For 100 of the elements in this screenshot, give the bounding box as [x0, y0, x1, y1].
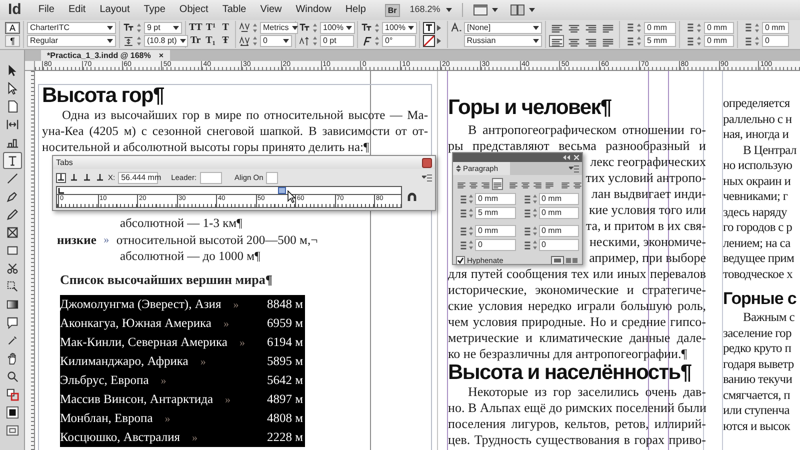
character-style-dropdown[interactable]: [None] [464, 22, 542, 34]
menu-item[interactable]: Table [215, 3, 254, 17]
input-field[interactable]: 100% [320, 22, 356, 34]
menu-item[interactable]: Layout [92, 3, 137, 17]
caret-icon [492, 8, 498, 12]
menu-item[interactable]: Object [172, 3, 216, 17]
spin-button[interactable] [136, 35, 142, 48]
menu-item[interactable]: Help [338, 3, 373, 17]
spin-button[interactable] [136, 22, 142, 34]
text-style-button[interactable]: T [219, 22, 232, 34]
font-family-dropdown[interactable]: CharterITC [27, 22, 116, 34]
spin-button[interactable] [252, 35, 258, 48]
close-tab-button[interactable]: × [158, 50, 164, 61]
spin-button[interactable] [636, 35, 642, 48]
tab-align-button[interactable] [95, 173, 105, 183]
input-field[interactable]: Metrics [260, 22, 298, 34]
close-icon[interactable] [574, 155, 579, 160]
input-field[interactable]: 0 mm [538, 207, 579, 219]
input-field[interactable]: 0 mm [704, 22, 734, 34]
input-field[interactable]: 5 mm [475, 207, 516, 219]
input-field[interactable]: 0 mm [538, 225, 579, 237]
zoom-level-dropdown[interactable]: 168.2% [410, 3, 440, 17]
alignment-button[interactable] [549, 35, 564, 48]
tab-align-button[interactable] [69, 173, 79, 183]
stroke-swatch[interactable] [423, 35, 435, 48]
input-field[interactable]: 0 mm [762, 22, 789, 34]
spin-button[interactable] [374, 35, 380, 48]
document-tab[interactable]: *Practica_1_3.indd @ 168% × [41, 50, 170, 61]
leader-field[interactable] [200, 172, 222, 184]
input-field[interactable]: 0 pt [320, 35, 354, 48]
text-line: В антропогеографическом отношении го- [467, 122, 706, 138]
text-line: смягчается, п [723, 388, 792, 403]
spin-button[interactable] [754, 35, 760, 48]
text-line: определяется [723, 96, 791, 112]
collapse-icon[interactable] [563, 155, 570, 160]
tab-stop-marker[interactable] [58, 188, 65, 194]
panel-menu-icon[interactable] [569, 164, 579, 172]
text-line: тих условий антропо- [586, 170, 706, 186]
text-line: ские условия нередко играли большую роль, [448, 298, 706, 314]
spin-button[interactable] [696, 22, 702, 34]
spin-button[interactable] [754, 22, 760, 34]
input-field[interactable]: (10.8 pt) [144, 35, 188, 48]
input-field[interactable]: 0° [382, 35, 416, 48]
menu-item[interactable]: View [253, 3, 289, 17]
tab-marker: » [223, 316, 229, 332]
tab-stop-marker[interactable] [278, 187, 286, 194]
peak-height: 8848 м [266, 296, 304, 312]
close-button[interactable] [422, 158, 432, 168]
text-style-button[interactable]: T₁ [204, 35, 217, 48]
tab-align-button[interactable] [82, 173, 92, 183]
layout-buttons-icon[interactable] [551, 256, 579, 264]
peak-height: 6194 м [266, 334, 304, 350]
spin-button[interactable] [312, 22, 318, 34]
language-dropdown[interactable]: Russian [464, 35, 542, 48]
spin-button[interactable] [696, 35, 702, 48]
input-field[interactable]: 9 pt [144, 22, 182, 34]
input-field[interactable]: 0 mm [475, 225, 516, 237]
input-field[interactable]: 0 [260, 35, 292, 48]
input-field[interactable]: 5 mm [644, 35, 676, 48]
text-style-button[interactable]: T¹ [204, 22, 218, 34]
spin-button[interactable] [252, 22, 258, 34]
text-line: цев. Трудность существования в горах приво- [448, 432, 706, 448]
text-fill-swatch[interactable] [423, 22, 435, 34]
text-style-button[interactable]: TT [189, 22, 202, 34]
font-style-dropdown[interactable]: Regular [27, 35, 116, 48]
input-field[interactable]: 0 [762, 35, 789, 48]
arrange-documents-icon[interactable] [510, 4, 526, 16]
spin-button[interactable] [636, 22, 642, 34]
expand-icon[interactable] [456, 165, 461, 172]
paragraph-mode-button[interactable]: ¶ [5, 35, 20, 48]
input-field[interactable]: 0 mm [704, 35, 734, 48]
text-style-button[interactable]: Ŧ [219, 35, 232, 48]
screen-mode-icon[interactable] [473, 4, 490, 16]
caret-icon [408, 26, 414, 30]
input-field[interactable]: 0 [475, 239, 516, 251]
text-line: но использую [723, 158, 794, 174]
menu-item[interactable]: Edit [61, 3, 93, 17]
alignment-button[interactable] [492, 178, 503, 190]
text-line: относительной высотой 200—500 м,¬ [116, 232, 318, 248]
spin-button[interactable] [312, 35, 318, 48]
character-mode-button[interactable]: A [5, 22, 20, 34]
caret-icon [173, 26, 179, 30]
menu-item[interactable]: Window [288, 3, 338, 17]
input-field[interactable]: 0 [538, 239, 579, 251]
bridge-button[interactable]: Br [384, 4, 400, 16]
text-style-button[interactable]: Tr [189, 35, 202, 48]
position-field[interactable]: 56.444 mm [118, 172, 158, 184]
panel-menu-icon[interactable] [422, 174, 432, 182]
menu-item[interactable]: File [31, 3, 62, 17]
type-tool-icon[interactable] [2, 152, 22, 169]
input-field[interactable]: 0 mm [475, 193, 516, 205]
magnet-icon[interactable] [407, 192, 417, 202]
align-on-field[interactable] [266, 172, 278, 184]
input-field[interactable]: 0 mm [644, 22, 676, 34]
hyphenate-checkbox[interactable] [456, 256, 465, 264]
spin-button[interactable] [374, 22, 380, 34]
input-field[interactable]: 0 mm [538, 193, 579, 205]
tab-align-button[interactable] [56, 173, 66, 183]
input-field[interactable]: 100% [382, 22, 418, 34]
menu-item[interactable]: Type [136, 3, 172, 17]
